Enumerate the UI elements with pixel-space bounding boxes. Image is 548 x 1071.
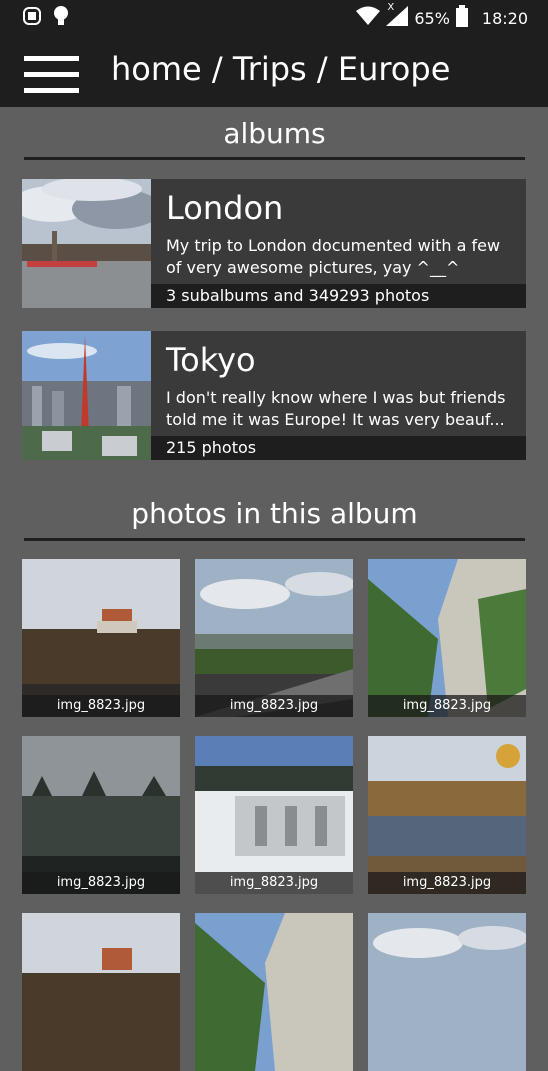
wifi-icon — [356, 6, 381, 30]
albums-heading: albums — [223, 117, 326, 150]
photo-tile[interactable]: img_8823.jpg — [22, 736, 180, 894]
status-bar: X 65% 18:20 — [0, 0, 548, 32]
photo-tile[interactable] — [195, 913, 353, 1071]
album-thumbnail — [22, 331, 151, 460]
battery-icon — [455, 5, 468, 31]
app-icon — [22, 6, 42, 30]
photo-filename: img_8823.jpg — [22, 695, 180, 717]
menu-icon[interactable] — [24, 56, 79, 94]
clock: 18:20 — [481, 8, 528, 28]
album-count: 3 subalbums and 349293 photos — [151, 284, 526, 308]
album-count: 215 photos — [151, 436, 526, 460]
network-label: X — [387, 2, 395, 13]
photo-tile[interactable]: img_8823.jpg — [368, 736, 526, 894]
photo-tile[interactable]: img_8823.jpg — [368, 559, 526, 717]
albums-divider — [24, 157, 525, 160]
photo-filename: img_8823.jpg — [195, 872, 353, 894]
photos-divider — [24, 538, 525, 541]
photo-tile[interactable]: img_8823.jpg — [195, 559, 353, 717]
battery-percent: 65% — [414, 8, 450, 28]
breadcrumb: home / Trips / Europe — [111, 50, 451, 88]
photo-tile[interactable]: img_8823.jpg — [195, 736, 353, 894]
album-card-london[interactable]: London My trip to London documented with… — [22, 179, 526, 308]
album-description: I don't really know where I was but frie… — [166, 388, 506, 429]
photo-filename: img_8823.jpg — [195, 695, 353, 717]
album-card-tokyo[interactable]: Tokyo I don't really know where I was bu… — [22, 331, 526, 460]
photo-tile[interactable]: img_8823.jpg — [22, 559, 180, 717]
photo-filename: img_8823.jpg — [368, 872, 526, 894]
album-name: London — [166, 189, 284, 227]
photo-tile[interactable] — [368, 913, 526, 1071]
photo-filename: img_8823.jpg — [22, 872, 180, 894]
photo-tile[interactable] — [22, 913, 180, 1071]
album-description: My trip to London documented with a few … — [166, 236, 501, 277]
album-thumbnail — [22, 179, 162, 308]
lightbulb-icon — [52, 5, 70, 31]
album-name: Tokyo — [166, 341, 256, 379]
photo-filename: img_8823.jpg — [368, 695, 526, 717]
app-toolbar: home / Trips / Europe — [0, 32, 548, 107]
signal-icon: X — [386, 2, 409, 30]
photos-heading: photos in this album — [131, 497, 418, 530]
